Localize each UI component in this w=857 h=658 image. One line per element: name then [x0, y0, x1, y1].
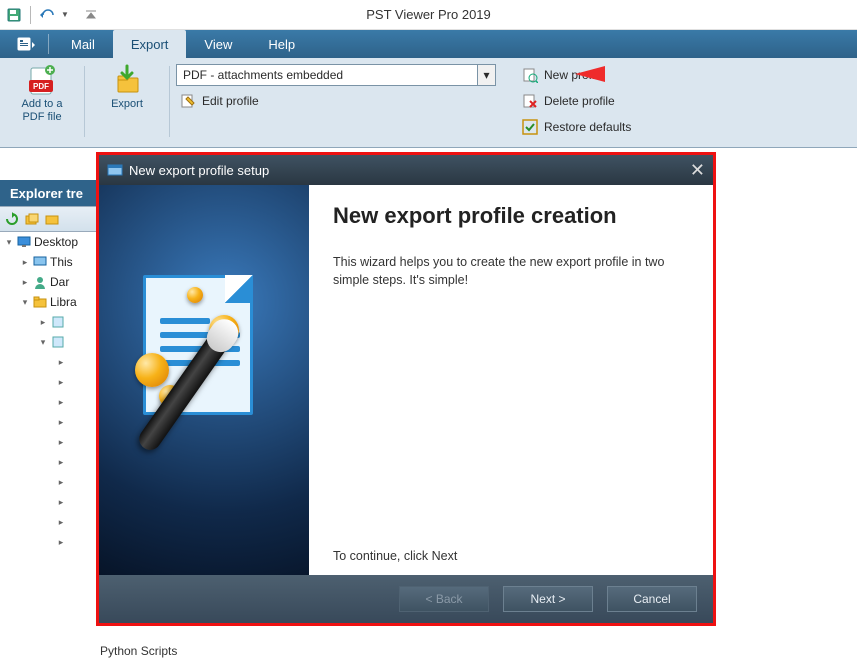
- expand-icon[interactable]: ▸: [20, 257, 30, 267]
- next-button[interactable]: Next >: [503, 586, 593, 612]
- dialog-title: New export profile setup: [129, 163, 269, 178]
- menu-separator: [48, 34, 49, 54]
- new-profile-label: New profile: [544, 68, 604, 82]
- refresh-icon[interactable]: [4, 211, 20, 227]
- cancel-button[interactable]: Cancel: [607, 586, 697, 612]
- expand-icon[interactable]: ▸: [56, 417, 66, 427]
- qat-separator: [30, 6, 31, 24]
- delete-profile-label: Delete profile: [544, 94, 615, 108]
- expand-icon[interactable]: ▸: [56, 517, 66, 527]
- expand-icon[interactable]: ▸: [56, 437, 66, 447]
- undo-icon[interactable]: [39, 7, 55, 23]
- expand-icon[interactable]: ▸: [56, 497, 66, 507]
- ribbon-profile-actions: New profile Delete profile Restore defau…: [518, 62, 635, 141]
- expand-icon[interactable]: ▸: [56, 377, 66, 387]
- dialog-footer: < Back Next > Cancel: [99, 575, 713, 623]
- collapse-icon[interactable]: ▾: [4, 237, 14, 247]
- tree-item-python[interactable]: Python Scripts: [100, 644, 177, 658]
- expand-icon[interactable]: ▸: [56, 477, 66, 487]
- dialog-body: New export profile creation This wizard …: [99, 185, 713, 575]
- app-menu-button[interactable]: [8, 30, 44, 58]
- dialog-heading: New export profile creation: [333, 203, 689, 228]
- export-label: Export: [111, 98, 143, 111]
- dialog-icon: [107, 162, 123, 178]
- titlebar: ▼ PST Viewer Pro 2019: [0, 0, 857, 30]
- ribbon-group-pdf: PDF Add to a PDF file: [6, 62, 78, 141]
- tab-export[interactable]: Export: [113, 30, 187, 58]
- expand-icon[interactable]: ▸: [38, 317, 48, 327]
- dialog-continue-hint: To continue, click Next: [333, 549, 689, 563]
- qat-customize-icon[interactable]: [83, 7, 99, 23]
- desktop-icon: [17, 235, 31, 249]
- expand-icon[interactable]: ▸: [56, 357, 66, 367]
- quick-access-toolbar: ▼: [6, 6, 99, 24]
- app-title: PST Viewer Pro 2019: [366, 7, 491, 22]
- collapse-icon[interactable]: ▾: [20, 297, 30, 307]
- delete-profile-button[interactable]: Delete profile: [518, 90, 635, 112]
- tree-item-label: This: [50, 255, 73, 269]
- edit-profile-button[interactable]: Edit profile: [176, 90, 496, 112]
- profile-dropdown[interactable]: PDF - attachments embedded ▾: [176, 64, 496, 86]
- close-icon[interactable]: ✕: [690, 160, 705, 181]
- folder-icon[interactable]: [44, 211, 60, 227]
- new-profile-button[interactable]: New profile: [518, 64, 635, 86]
- collapse-icon[interactable]: ▾: [38, 337, 48, 347]
- qat-dropdown-icon[interactable]: ▼: [61, 10, 69, 19]
- pc-icon: [33, 255, 47, 269]
- new-profile-dialog: New export profile setup ✕ New export pr…: [96, 152, 716, 626]
- tab-help[interactable]: Help: [250, 30, 313, 58]
- restore-defaults-button[interactable]: Restore defaults: [518, 116, 635, 138]
- menubar: Mail Export View Help: [0, 30, 857, 58]
- dialog-content: New export profile creation This wizard …: [309, 185, 713, 575]
- ribbon: PDF Add to a PDF file Export PDF - attac…: [0, 58, 857, 148]
- add-to-pdf-button[interactable]: PDF Add to a PDF file: [14, 64, 70, 124]
- expand-icon[interactable]: ▸: [56, 537, 66, 547]
- tree-root-label: Desktop: [34, 235, 78, 249]
- back-button: < Back: [399, 586, 489, 612]
- ribbon-separator-2: [169, 66, 170, 137]
- profile-selected-text: PDF - attachments embedded: [183, 68, 477, 82]
- tab-mail[interactable]: Mail: [53, 30, 113, 58]
- user-icon: [33, 275, 47, 289]
- folders-icon[interactable]: [24, 211, 40, 227]
- tree-item-label: Libra: [50, 295, 77, 309]
- add-to-pdf-label: Add to a PDF file: [14, 98, 70, 124]
- expand-icon[interactable]: ▸: [56, 397, 66, 407]
- doc-folder-icon: [51, 335, 65, 349]
- expand-icon[interactable]: ▸: [56, 457, 66, 467]
- expand-icon[interactable]: ▸: [20, 277, 30, 287]
- edit-profile-label: Edit profile: [202, 94, 259, 108]
- chevron-down-icon[interactable]: ▾: [477, 65, 495, 85]
- dialog-graphic: [99, 185, 309, 575]
- tab-view[interactable]: View: [186, 30, 250, 58]
- tree-item-label: Dar: [50, 275, 69, 289]
- ribbon-separator: [84, 66, 85, 137]
- restore-defaults-label: Restore defaults: [544, 120, 631, 134]
- library-icon: [33, 295, 47, 309]
- ribbon-group-export: Export: [91, 62, 163, 141]
- save-icon[interactable]: [6, 7, 22, 23]
- doc-folder-icon: [51, 315, 65, 329]
- export-button[interactable]: Export: [99, 64, 155, 111]
- dialog-titlebar: New export profile setup ✕: [99, 155, 713, 185]
- dialog-description: This wizard helps you to create the new …: [333, 254, 689, 289]
- ribbon-profile-group: PDF - attachments embedded ▾ Edit profil…: [176, 62, 496, 141]
- svg-text:PDF: PDF: [33, 82, 49, 91]
